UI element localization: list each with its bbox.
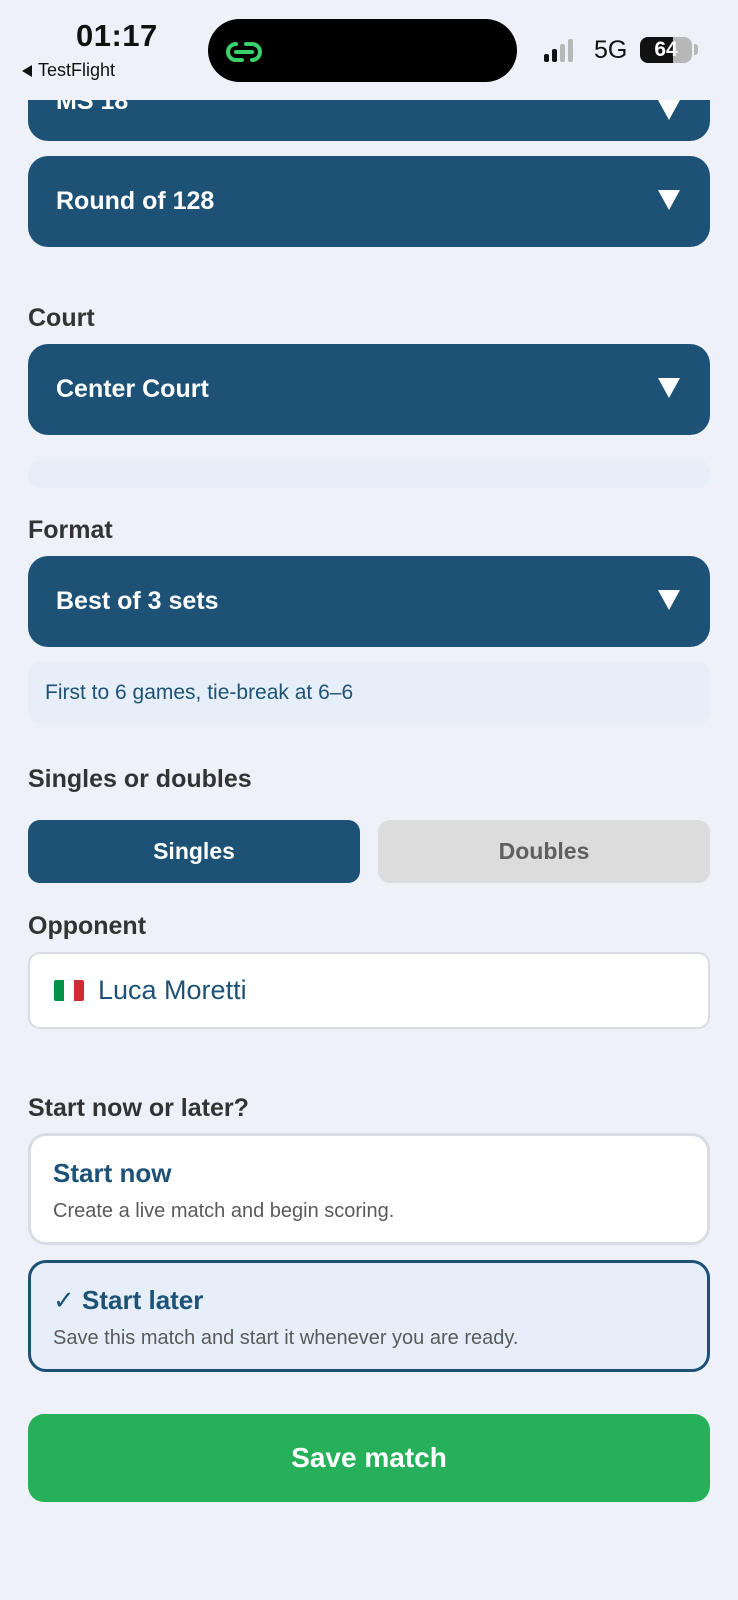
opponent-field[interactable]: Luca Moretti xyxy=(28,952,710,1029)
italy-flag-icon xyxy=(54,980,84,1001)
back-app-label: TestFlight xyxy=(38,60,116,80)
flag-stripe-white xyxy=(64,980,74,1001)
caret-down-icon xyxy=(658,100,680,120)
doubles-button[interactable]: Doubles xyxy=(378,820,710,883)
battery-level: 64 xyxy=(654,38,678,61)
start-now-title: Start now xyxy=(53,1158,172,1188)
flag-stripe-green xyxy=(54,980,64,1001)
back-triangle-icon xyxy=(22,64,32,77)
court-dropdown[interactable]: Center Court xyxy=(28,344,710,435)
format-label: Format xyxy=(28,516,113,544)
opponent-name: Luca Moretti xyxy=(98,975,247,1005)
start-now-description: Create a live match and begin scoring. xyxy=(53,1200,395,1222)
court-hint-box xyxy=(28,460,710,488)
singles-button[interactable]: Singles xyxy=(28,820,360,883)
start-now-option[interactable]: Start now Create a live match and begin … xyxy=(28,1133,710,1245)
caret-down-icon xyxy=(658,190,680,210)
format-hint: First to 6 games, tie-break at 6–6 xyxy=(45,681,354,704)
signal-bar xyxy=(552,49,557,62)
match-type-label: Singles or doubles xyxy=(28,765,252,793)
back-to-app-link[interactable]: TestFlight xyxy=(22,60,115,81)
caret-down-icon xyxy=(658,590,680,610)
format-value: Best of 3 sets xyxy=(56,587,219,615)
format-dropdown[interactable]: Best of 3 sets xyxy=(28,556,710,647)
start-later-description: Save this match and start it whenever yo… xyxy=(53,1327,519,1349)
battery-nub xyxy=(694,44,698,55)
start-later-option[interactable]: ✓ Start later Save this match and start … xyxy=(28,1260,710,1372)
signal-strength-icon xyxy=(544,38,573,62)
status-time: 01:17 xyxy=(76,18,158,53)
signal-bar xyxy=(544,54,549,62)
format-hint-box: First to 6 games, tie-break at 6–6 xyxy=(28,662,710,724)
start-later-title: ✓ Start later xyxy=(53,1285,204,1315)
round-value: Round of 128 xyxy=(56,187,215,215)
court-label: Court xyxy=(28,304,95,332)
start-label: Start now or later? xyxy=(28,1094,249,1122)
signal-bar xyxy=(560,44,565,62)
battery-icon: 64 xyxy=(640,37,692,63)
network-type: 5G xyxy=(594,36,628,64)
court-value: Center Court xyxy=(56,375,209,403)
status-bar: 01:17 TestFlight 5G 64 xyxy=(0,0,738,100)
signal-bar xyxy=(568,39,573,62)
opponent-label: Opponent xyxy=(28,912,147,940)
save-match-button[interactable]: Save match xyxy=(28,1414,710,1502)
chain-link-icon xyxy=(226,42,262,62)
round-dropdown[interactable]: Round of 128 xyxy=(28,156,710,247)
match-setup-screen: MS 18 Round of 128 Court Center Court Fo… xyxy=(0,0,738,1600)
flag-stripe-red xyxy=(74,980,84,1001)
caret-down-icon xyxy=(658,378,680,398)
